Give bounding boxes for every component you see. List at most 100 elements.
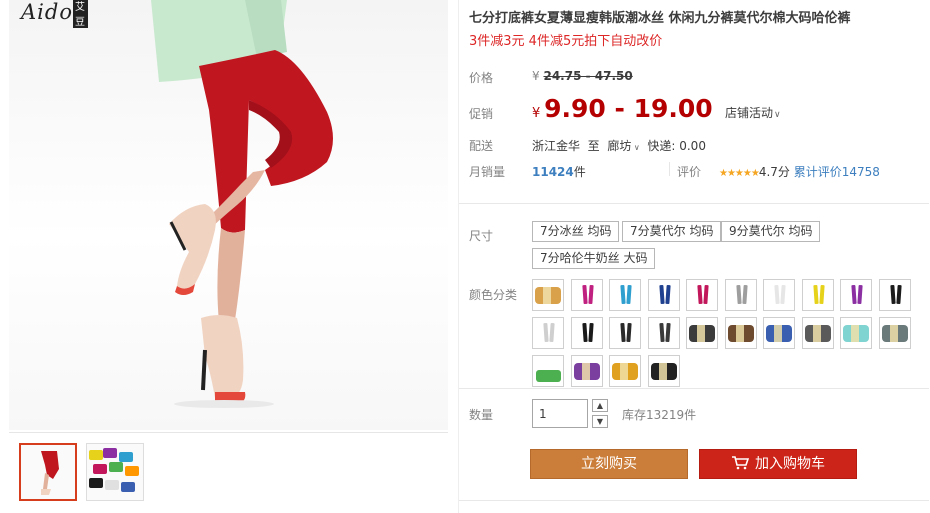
sales-count: 11424 [532,165,574,179]
promo-price-label: 促销 [469,107,494,121]
promo-price: ¥ 9.90 - 19.00 [532,94,713,123]
leggings-icon [889,284,896,305]
leggings-icon [581,284,588,305]
color-swatch[interactable] [724,317,757,349]
quantity-input[interactable] [532,399,588,428]
divider-vertical [669,162,670,176]
size-option[interactable]: 9分莫代尔 均码 [721,221,821,242]
rolled-leggings-icon [535,287,561,304]
thumbnail-1[interactable] [19,443,77,501]
color-swatch[interactable] [570,355,603,387]
color-swatch[interactable] [686,317,718,349]
size-option[interactable]: 7分冰丝 均码 [532,221,620,242]
cart-icon [732,456,749,470]
leggings-icon [658,322,665,343]
color-swatch[interactable] [840,279,872,311]
color-swatch[interactable] [801,279,834,311]
rolled-leggings-icon [689,325,715,342]
size-option[interactable]: 7分哈伦牛奶丝 大码 [532,248,656,269]
leggings-icon [851,284,857,305]
brand-logo: Aidou 艾豆 [21,0,88,28]
color-swatch[interactable] [647,317,680,349]
sales-label: 月销量 [469,165,506,179]
color-swatch[interactable] [647,279,680,311]
size-label: 尺寸 [469,229,494,243]
shipping-label: 配送 [469,139,494,153]
leggings-icon [735,284,742,305]
promo-price-currency: ¥ [532,106,541,121]
main-product-image[interactable]: Aidou 艾豆 [9,0,448,430]
leggings-icon [780,284,786,305]
original-price-value: 24.75 - 47.50 [543,69,633,83]
rating-info: ★★★★★4.7分 累计评价14758 [719,163,880,180]
leggings-icon [587,322,594,343]
color-swatch[interactable] [609,279,641,311]
review-count-link[interactable]: 累计评价14758 [794,165,880,179]
product-info-panel: 七分打底裤女夏薄显瘦韩版潮冰丝 休闲九分裤莫代尔棉大码哈伦裤 3件减3元 4件减… [458,0,930,513]
ship-to: 廊坊 [607,139,632,153]
color-swatch[interactable] [724,279,757,311]
leggings-icon [664,284,671,305]
color-swatch[interactable] [570,279,603,311]
product-gallery: Aidou 艾豆 [0,0,450,513]
thumbnail-strip [9,432,448,513]
model-legs-illustration [151,0,333,408]
color-swatch[interactable] [532,279,564,311]
color-swatch[interactable] [763,317,795,349]
size-option[interactable]: 7分莫代尔 均码 [622,221,722,242]
leggings-icon [895,284,902,305]
ship-from: 浙江金华 [532,139,581,153]
buy-now-button[interactable]: 立刻购买 [530,449,688,479]
color-swatch[interactable] [686,279,718,311]
color-swatch[interactable] [878,279,911,311]
leggings-icon [626,284,632,305]
leggings-icon [664,322,671,343]
rolled-leggings-icon [766,325,792,342]
rolled-leggings-icon [612,363,638,380]
rolled-leggings-icon [650,363,677,380]
leggings-icon [587,284,594,305]
thumbnail-colors-icon [89,448,139,492]
section-divider [459,388,929,389]
rolled-leggings-icon [573,363,600,380]
quantity-decrease-button[interactable]: ▼ [592,415,608,428]
promo-text: 3件减3元 4件减5元拍下自动改价 [469,34,663,49]
color-swatch[interactable] [532,317,564,349]
color-swatch[interactable] [840,317,872,349]
ship-to-word: 至 [587,139,600,153]
chevron-down-icon: ∨ [774,110,781,120]
leggings-icon [857,284,863,305]
add-to-cart-button[interactable]: 加入购物车 [699,449,857,479]
express-fee: 快递: 0.00 [647,139,706,153]
color-swatch[interactable] [763,279,795,311]
color-swatch[interactable] [801,317,834,349]
leggings-icon [620,322,626,343]
add-to-cart-label: 加入购物车 [755,456,825,472]
leggings-icon [812,284,819,305]
leggings-icon [774,284,780,305]
color-label: 颜色分类 [469,288,518,302]
color-swatch[interactable] [532,355,564,387]
brand-seal: 艾豆 [73,0,88,28]
thumbnail-legs-icon [41,451,59,495]
color-swatch[interactable] [647,355,680,387]
rolled-leggings-icon [843,325,869,342]
shop-activity-dropdown[interactable]: 店铺活动∨ [725,104,781,121]
leggings-icon [818,284,825,305]
leggings-icon [697,284,703,305]
leggings-icon [549,322,555,343]
stock-info: 库存13219件 [622,408,697,422]
color-swatch[interactable] [609,355,641,387]
leggings-icon [626,322,632,343]
color-swatch[interactable] [609,317,641,349]
rolled-leggings-icon [804,325,831,342]
rolled-leggings-icon [881,325,908,342]
thumbnail-2[interactable] [86,443,144,501]
color-swatch[interactable] [878,317,911,349]
color-swatch[interactable] [570,317,603,349]
ship-to-select[interactable]: 廊坊 ∨ [607,139,639,153]
leggings-icon [741,284,748,305]
quantity-increase-button[interactable]: ▲ [592,399,608,412]
buy-now-label: 立刻购买 [581,456,637,472]
folded-leggings-icon [536,370,561,382]
